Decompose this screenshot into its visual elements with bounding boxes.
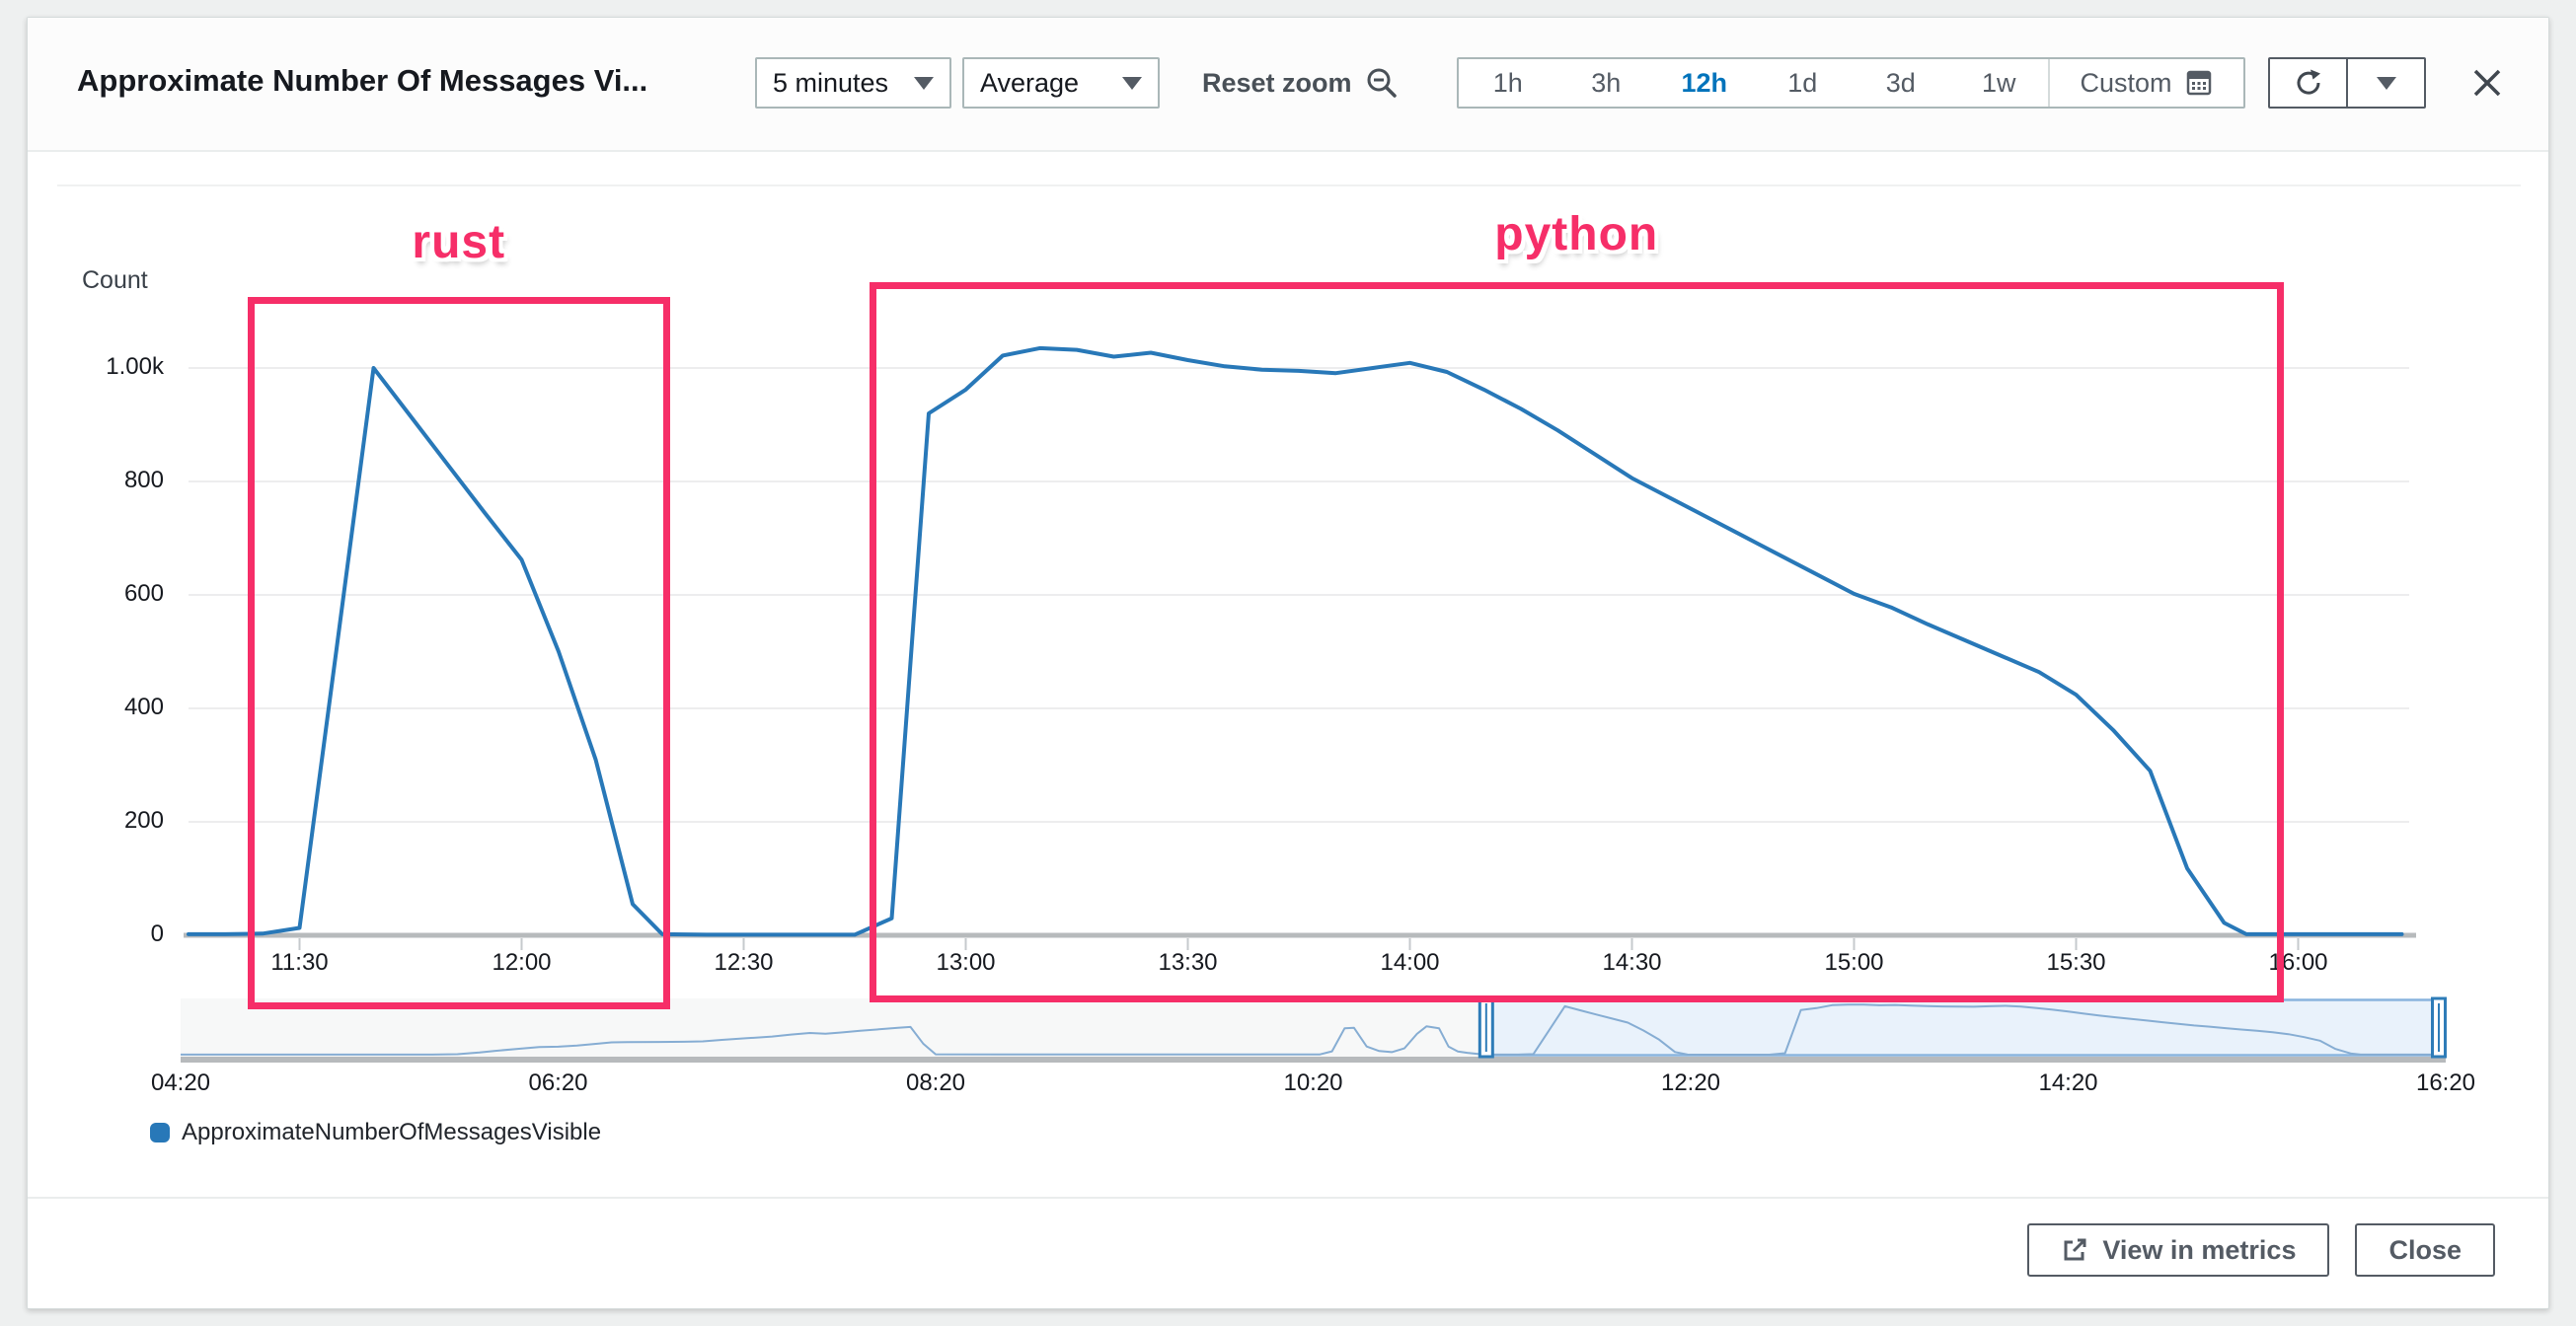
footer-buttons: View in metrics Close	[2027, 1223, 2495, 1277]
y-tick-label: 1.00k	[55, 353, 164, 381]
x-tick-label: 16:00	[2239, 949, 2358, 977]
x-tick-label: 14:30	[1573, 949, 1692, 977]
y-tick-label: 200	[55, 807, 164, 835]
minimap-tick-label: 12:20	[1631, 1069, 1750, 1097]
x-tick-label: 15:30	[2017, 949, 2136, 977]
legend-item[interactable]: ApproximateNumberOfMessagesVisible	[150, 1119, 601, 1146]
y-axis-title: Count	[82, 266, 148, 295]
minimap-tick-label: 08:20	[876, 1069, 995, 1097]
legend-color-marker	[150, 1123, 170, 1142]
minimap-tick-label: 16:20	[2387, 1069, 2505, 1097]
x-tick-label: 13:00	[907, 949, 1025, 977]
x-tick-label: 11:30	[241, 949, 359, 977]
metric-detail-dialog: Approximate Number Of Messages Vi... 5 m…	[27, 17, 2549, 1309]
legend-label: ApproximateNumberOfMessagesVisible	[182, 1119, 601, 1146]
footer-divider	[28, 1197, 2548, 1199]
x-tick-label: 12:30	[685, 949, 803, 977]
minimap-tick-label: 14:20	[2009, 1069, 2128, 1097]
y-tick-label: 600	[55, 580, 164, 608]
minimap-tick-label: 06:20	[499, 1069, 618, 1097]
x-tick-label: 14:00	[1351, 949, 1470, 977]
external-link-icon	[2061, 1236, 2088, 1264]
x-tick-label: 13:30	[1129, 949, 1248, 977]
page-background: Approximate Number Of Messages Vi... 5 m…	[0, 0, 2576, 1326]
view-in-metrics-button[interactable]: View in metrics	[2027, 1223, 2329, 1277]
close-button-label: Close	[2388, 1235, 2462, 1266]
y-tick-label: 0	[55, 921, 164, 948]
close-button[interactable]: Close	[2355, 1223, 2495, 1277]
view-in-metrics-label: View in metrics	[2102, 1235, 2296, 1266]
x-tick-label: 15:00	[1795, 949, 1914, 977]
x-tick-label: 12:00	[463, 949, 581, 977]
minimap-tick-label: 04:20	[121, 1069, 240, 1097]
y-tick-label: 400	[55, 694, 164, 721]
y-tick-label: 800	[55, 467, 164, 494]
chart-plot-area[interactable]	[189, 314, 2409, 935]
minimap-tick-label: 10:20	[1254, 1069, 1373, 1097]
